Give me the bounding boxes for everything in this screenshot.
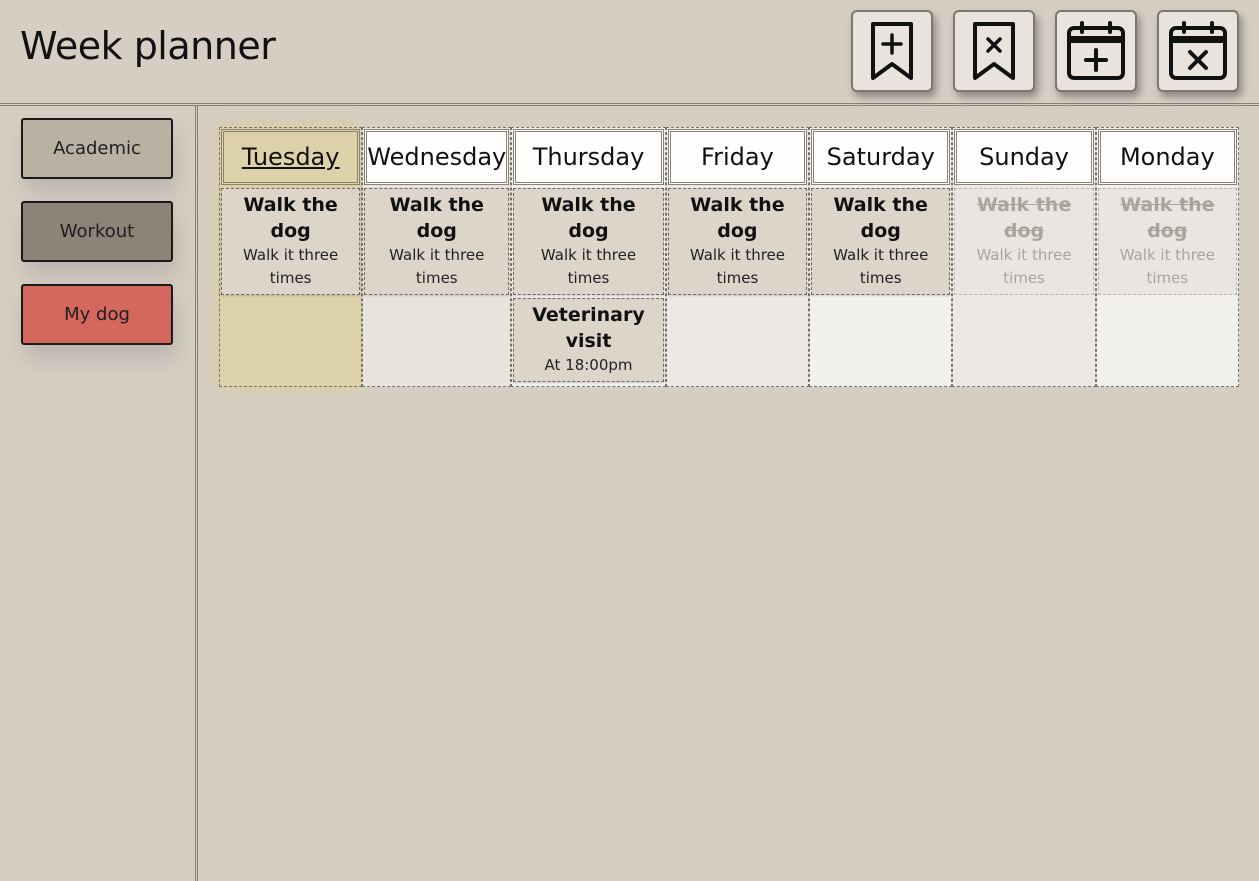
day-header[interactable]: Monday [1097,129,1237,185]
day-column-wednesday[interactable]: Wednesday Walk the dog Walk it three tim… [362,127,512,387]
header: Week planner [0,0,1259,106]
task-card-completed[interactable]: Walk the dog Walk it three times [954,188,1094,295]
day-column-thursday[interactable]: Thursday Walk the dog Walk it three time… [511,127,666,387]
day-header[interactable]: Saturday [811,129,951,185]
day-column-friday[interactable]: Friday Walk the dog Walk it three times [665,127,810,387]
day-column-monday[interactable]: Monday Walk the dog Walk it three times [1095,127,1239,387]
page-title: Week planner [20,24,276,68]
task-title: Walk the dog [243,194,338,242]
calendar-plus-icon [1067,21,1125,80]
remove-bookmark-button[interactable] [953,10,1035,92]
task-card-completed[interactable]: Walk the dog Walk it three times [1097,188,1237,295]
task-title: Walk the dog [389,194,484,242]
task-title: Walk the dog [1120,194,1215,242]
task-card[interactable]: Veterinary visit At 18:00pm [513,298,664,382]
task-title: Veterinary visit [532,304,645,352]
task-description: Walk it three times [540,246,637,287]
task-title: Walk the dog [690,194,785,242]
task-description: At 18:00pm [544,356,633,374]
category-sidebar: Academic Workout My dog [0,106,198,881]
category-workout-button[interactable]: Workout [21,201,173,262]
add-event-button[interactable] [1055,10,1137,92]
remove-event-button[interactable] [1157,10,1239,92]
task-description: Walk it three times [389,246,485,287]
add-bookmark-button[interactable] [851,10,933,92]
day-column-saturday[interactable]: Saturday Walk the dog Walk it three time… [809,127,953,387]
task-description: Walk it three times [243,246,339,287]
task-card[interactable]: Walk the dog Walk it three times [513,188,664,295]
category-academic-button[interactable]: Academic [21,118,173,179]
calendar-x-icon [1169,21,1227,80]
task-card[interactable]: Walk the dog Walk it three times [667,188,808,295]
day-header[interactable]: Friday [667,129,808,185]
day-header[interactable]: Wednesday [364,129,510,185]
day-header[interactable]: Tuesday [221,129,361,185]
day-column-sunday[interactable]: Sunday Walk the dog Walk it three times [952,127,1096,387]
bookmark-x-icon [973,22,1015,80]
task-title: Walk the dog [541,194,636,242]
category-my-dog-button[interactable]: My dog [21,284,173,345]
task-description: Walk it three times [1119,246,1215,287]
day-header[interactable]: Thursday [513,129,664,185]
task-card[interactable]: Walk the dog Walk it three times [221,188,361,295]
task-description: Walk it three times [689,246,786,287]
week-board: Tuesday Walk the dog Walk it three times… [219,127,1239,387]
task-description: Walk it three times [833,246,929,287]
task-title: Walk the dog [976,194,1072,242]
task-card[interactable]: Walk the dog Walk it three times [811,188,951,295]
task-title: Walk the dog [833,194,928,242]
day-column-tuesday[interactable]: Tuesday Walk the dog Walk it three times [219,127,363,387]
day-header[interactable]: Sunday [954,129,1094,185]
task-card[interactable]: Walk the dog Walk it three times [364,188,510,295]
task-description: Walk it three times [976,246,1072,287]
bookmark-plus-icon [871,22,913,80]
